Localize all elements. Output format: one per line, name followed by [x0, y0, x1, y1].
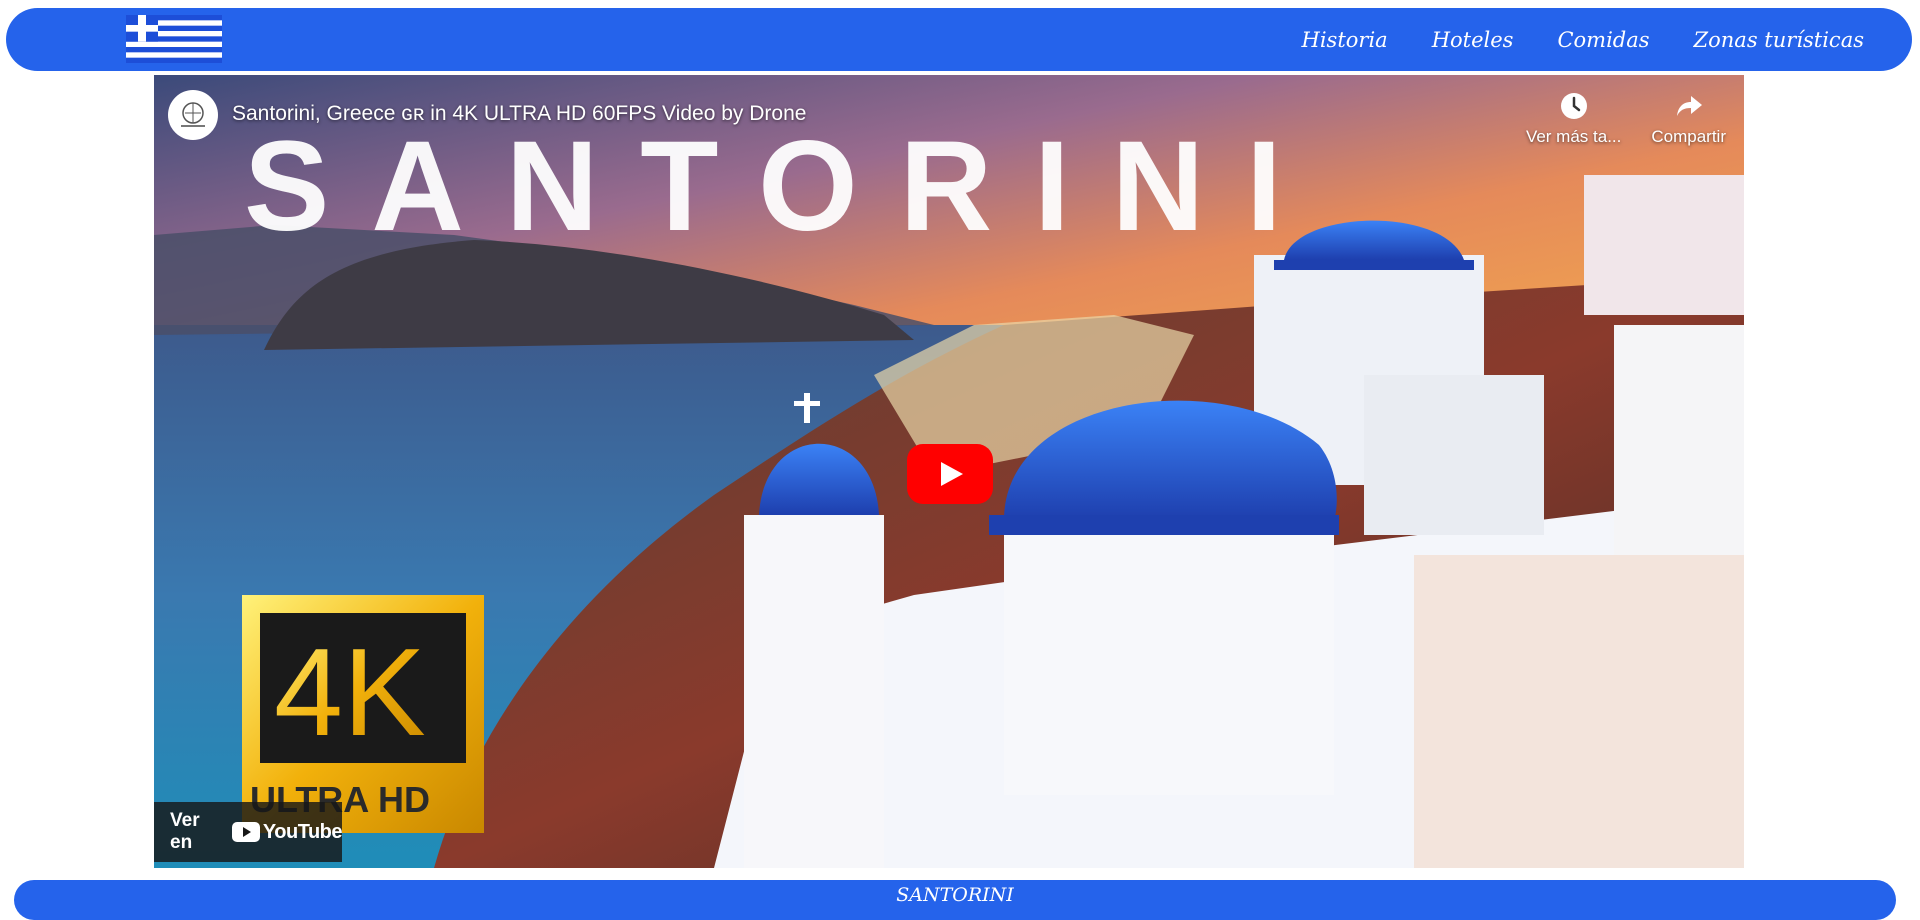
nav-link-zonas-turisticas[interactable]: Zonas turísticas — [1694, 28, 1864, 52]
watch-on-label: Ver en — [170, 810, 200, 853]
top-navbar: Historia Hoteles Comidas Zonas turística… — [6, 8, 1912, 71]
badge-4k-text: 4K — [274, 624, 426, 762]
video-top-actions: Ver más ta... Compartir — [1526, 89, 1726, 147]
youtube-play-icon — [231, 822, 260, 842]
channel-avatar-icon[interactable] — [168, 90, 218, 140]
watch-later-label: Ver más ta... — [1525, 127, 1622, 146]
thumbnail-title-text: SANTORINI — [244, 115, 1324, 258]
greece-flag-icon — [126, 15, 222, 63]
watch-later-button[interactable]: Ver más ta... — [1526, 89, 1621, 147]
clock-icon — [1557, 89, 1591, 123]
watch-on-youtube-button[interactable]: Ver en YouTube — [154, 802, 343, 862]
share-label: Compartir — [1651, 127, 1726, 146]
nav-link-historia[interactable]: Historia — [1302, 28, 1388, 52]
video-title[interactable]: Santorini, Greece ɢʀ in 4K ULTRA HD 60FP… — [232, 102, 806, 126]
nav-link-hoteles[interactable]: Hoteles — [1432, 28, 1514, 52]
youtube-wordmark: YouTube — [262, 820, 343, 843]
play-icon — [907, 444, 993, 504]
youtube-video-embed[interactable]: SANTORINI 4K ULTRA HD Santorini, Greece … — [154, 75, 1744, 868]
nav-link-comidas[interactable]: Comidas — [1557, 28, 1649, 52]
youtube-logo: YouTube — [231, 820, 343, 844]
nav-links: Historia Hoteles Comidas Zonas turística… — [1302, 8, 1864, 71]
share-button[interactable]: Compartir — [1651, 89, 1726, 147]
share-arrow-icon — [1672, 89, 1706, 123]
play-button[interactable] — [907, 444, 993, 504]
section-title-bar: SANTORINI — [14, 880, 1896, 920]
section-title: SANTORINI — [896, 884, 1014, 906]
